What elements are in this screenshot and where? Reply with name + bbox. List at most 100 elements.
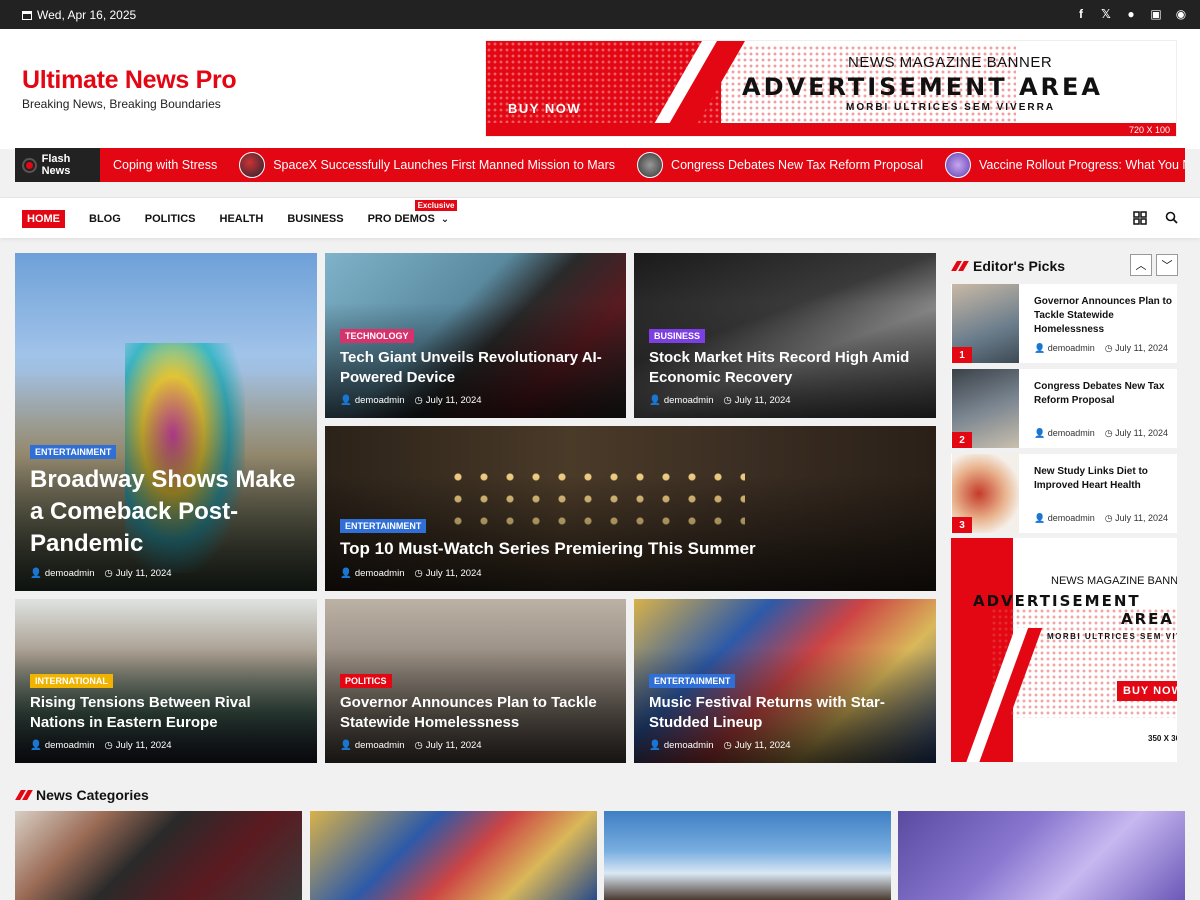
search-icon[interactable] [1165,211,1178,224]
news-card[interactable]: POLITICS Governor Announces Plan to Tack… [325,599,626,763]
editors-pick-item[interactable]: 2 Congress Debates New Tax Reform Propos… [951,369,1177,448]
featured-card[interactable]: ENTERTAINMENT Broadway Shows Make a Come… [15,253,317,591]
user-icon: 👤 [1034,428,1046,438]
news-card[interactable]: INTERNATIONAL Rising Tensions Between Ri… [15,599,317,763]
date-text: Wed, Apr 16, 2025 [37,8,137,22]
twitch-icon[interactable]: ▣ [1149,6,1163,22]
chevron-down-icon[interactable]: ⌄ [441,214,449,225]
exclusive-badge: Exclusive [414,200,458,211]
chevron-up-icon[interactable]: ︿ [1130,254,1152,276]
news-categories-title: News Categories [15,787,149,803]
nav-item-politics[interactable]: POLITICS [145,213,196,225]
ad-buy-now[interactable]: BUY NOW [508,101,581,116]
nav-item-home[interactable]: HOME [22,210,65,228]
social-links: f 𝕏 ● ▣ ◉ [1074,6,1188,22]
clock-icon: ◷ [414,395,423,406]
user-icon: 👤 [340,740,352,751]
main-nav: HOME BLOG POLITICS HEALTH BUSINESS PRO D… [0,197,1200,238]
clock-icon: ◷ [1104,428,1113,438]
ticker-item[interactable]: Coping with Stress [113,158,217,172]
pick-title[interactable]: New Study Links Diet to Improved Heart H… [1034,465,1172,493]
ad-line-2b: AREA [1121,610,1175,628]
news-card[interactable]: ENTERTAINMENT Music Festival Returns wit… [634,599,936,763]
top-ad-banner[interactable]: BUY NOW NEWS MAGAZINE BANNER ADVERTISEME… [485,40,1177,137]
card-date: July 11, 2024 [115,568,172,579]
category-tile[interactable] [898,811,1185,900]
spotify-icon[interactable]: ◉ [1174,6,1188,22]
clock-icon: ◷ [104,740,113,751]
ad-size: 350 X 30 [1148,734,1177,743]
nav-item-pro-demos[interactable]: PRO DEMOS ⌄ Exclusive [368,200,458,225]
ad-size: 720 X 100 [1128,125,1170,135]
section-slashes-icon [15,790,32,800]
ticker-item[interactable]: Congress Debates New Tax Reform Proposal [637,152,923,178]
category-tile[interactable] [15,811,302,900]
category-badge[interactable]: POLITICS [340,674,392,688]
flash-news-ticker: Flash News Coping with Stress SpaceX Suc… [15,148,1185,182]
pick-meta: 👤 demoadmin ◷ July 11, 2024 [1034,513,1169,523]
ticker-thumb [637,152,664,178]
site-title[interactable]: Ultimate News Pro [22,66,237,95]
pick-title[interactable]: Governor Announces Plan to Tackle Statew… [1034,295,1172,337]
grid-menu-icon[interactable] [1133,211,1147,225]
editors-picks-title: Editor's Picks [973,258,1066,274]
editors-picks-header: Editor's Picks ︿ ﹀ [951,253,1178,278]
category-badge[interactable]: BUSINESS [649,329,706,343]
news-card[interactable]: BUSINESS Stock Market Hits Record High A… [634,253,936,418]
chevron-down-icon[interactable]: ﹀ [1156,254,1178,276]
category-badge[interactable]: INTERNATIONAL [30,674,113,688]
card-title[interactable]: Stock Market Hits Record High Amid Econo… [649,348,921,387]
nav-item-business[interactable]: BUSINESS [287,213,343,225]
news-card-wide[interactable]: ENTERTAINMENT Top 10 Must-Watch Series P… [325,426,936,591]
card-title[interactable]: Music Festival Returns with Star-Studded… [649,693,921,732]
card-meta: 👤 demoadmin ◷ July 11, 2024 [340,740,482,751]
category-badge[interactable]: ENTERTAINMENT [649,674,736,688]
news-card[interactable]: TECHNOLOGY Tech Giant Unveils Revolution… [325,253,626,418]
ticker-item[interactable]: Vaccine Rollout Progress: What You Need … [945,152,1185,178]
card-meta: 👤 demoadmin ◷ July 11, 2024 [30,568,302,579]
site-tagline: Breaking News, Breaking Boundaries [22,97,221,111]
editors-pick-item[interactable]: 3 New Study Links Diet to Improved Heart… [951,454,1177,533]
ad-line-3: MORBI ULTRICES SEM VIVERR [1047,632,1177,641]
card-title[interactable]: Tech Giant Unveils Revolutionary AI-Powe… [340,348,611,387]
clock-icon: ◷ [104,568,113,579]
pick-number: 1 [952,347,972,363]
category-badge[interactable]: ENTERTAINMENT [340,518,427,533]
site-header: Ultimate News Pro Breaking News, Breakin… [0,29,1200,149]
card-title[interactable]: Top 10 Must-Watch Series Premiering This… [340,538,921,560]
user-icon: 👤 [340,568,352,579]
editors-pick-item[interactable]: 1 Governor Announces Plan to Tackle Stat… [951,284,1177,363]
clock-icon: ◷ [723,395,732,406]
ad-buy-now[interactable]: BUY NOW [1117,681,1177,701]
nav-item-blog[interactable]: BLOG [89,213,121,225]
ad-line-1: NEWS MAGAZINE BANNE [1051,575,1177,587]
x-icon[interactable]: 𝕏 [1099,6,1113,22]
reddit-icon[interactable]: ● [1124,6,1138,22]
clock-icon: ◷ [723,740,732,751]
nav-item-health[interactable]: HEALTH [220,213,264,225]
ad-line-2: ADVERTISEMENT [973,592,1141,610]
ticker-item[interactable]: SpaceX Successfully Launches First Manne… [239,152,615,178]
ad-line-3: MORBI ULTRICES SEM VIVERRA [846,102,1056,113]
facebook-icon[interactable]: f [1074,6,1088,22]
pick-number: 2 [952,432,972,448]
card-title[interactable]: Governor Announces Plan to Tackle Statew… [340,693,611,732]
pick-number: 3 [952,517,972,533]
user-icon: 👤 [30,740,42,751]
pick-meta: 👤 demoadmin ◷ July 11, 2024 [1034,428,1169,438]
sidebar-ad-banner[interactable]: NEWS MAGAZINE BANNE ADVERTISEMENT AREA M… [951,538,1177,762]
category-badge[interactable]: ENTERTAINMENT [30,445,117,460]
top-bar: Wed, Apr 16, 2025 f 𝕏 ● ▣ ◉ [0,0,1200,29]
card-title[interactable]: Broadway Shows Make a Comeback Post-Pand… [30,464,302,560]
card-author[interactable]: demoadmin [45,568,95,579]
nav-tools [1133,211,1178,225]
pick-title[interactable]: Congress Debates New Tax Reform Proposal [1034,380,1172,408]
card-title[interactable]: Rising Tensions Between Rival Nations in… [30,693,302,732]
user-icon: 👤 [1034,513,1046,523]
pick-meta: 👤 demoadmin ◷ July 11, 2024 [1034,343,1169,353]
clock-icon: ◷ [414,740,423,751]
user-icon: 👤 [649,740,661,751]
category-badge[interactable]: TECHNOLOGY [340,329,414,343]
category-tile[interactable] [604,811,891,900]
category-tile[interactable] [310,811,597,900]
